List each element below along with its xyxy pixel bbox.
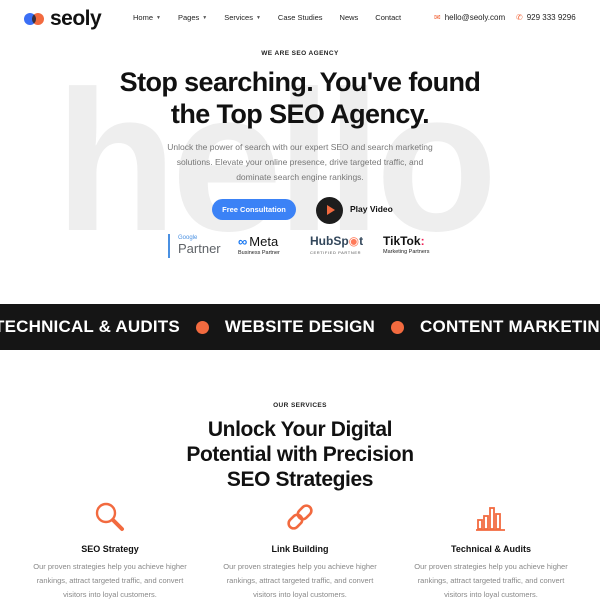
services-title-line: Unlock Your Digital — [207, 418, 393, 441]
tiktok-name: TikTok — [383, 234, 421, 248]
nav-label: News — [339, 13, 359, 22]
link-icon — [287, 504, 313, 530]
services-title-line: Potential with Precision — [186, 443, 414, 466]
services-title-line: SEO Strategies — [226, 468, 374, 491]
bar-chart-icon — [476, 507, 505, 531]
magnifier-icon — [95, 502, 124, 531]
orange-dot-icon — [391, 320, 405, 334]
play-video-button[interactable] — [316, 197, 343, 224]
ticker-item: TECHNICAL & AUDITS — [0, 317, 180, 336]
orange-dot-icon — [195, 320, 209, 334]
chevron-down-icon: ▼ — [202, 14, 208, 21]
service-card-link-building[interactable]: Link Building Our proven strategies help… — [215, 500, 385, 600]
nav-item-pages[interactable]: Pages ▼ — [178, 13, 207, 22]
meta-partner-badge: ∞ Meta Business Partner — [238, 234, 280, 257]
card-text-line: rankings, attract targeted traffic, and … — [417, 576, 565, 585]
mail-icon: ✉ — [434, 13, 441, 22]
hero-subtitle-line: dominate search engine rankings. — [236, 172, 364, 182]
service-card-technical-audits[interactable]: Technical & Audits Our proven strategies… — [406, 500, 576, 600]
hubspot-name-b: t — [359, 234, 364, 248]
logo[interactable]: seoly — [24, 7, 102, 31]
hero-subtitle-line: Unlock the power of search with our expe… — [167, 142, 433, 152]
nav-label: Home — [133, 13, 154, 22]
tiktok-sub: Marketing Partners — [383, 249, 430, 255]
hero-title-line: Stop searching. You've found — [119, 67, 481, 97]
nav-label: Services — [224, 13, 253, 22]
hubspot-sub: CERTIFIED PARTNER — [310, 250, 362, 255]
logo-mark-icon — [24, 12, 46, 26]
nav-item-contact[interactable]: Contact — [375, 13, 401, 22]
services-eyebrow: OUR SERVICES — [273, 402, 327, 409]
hubspot-sprocket-icon: ◉ — [348, 234, 360, 248]
google-badge-big: Partner — [178, 241, 221, 256]
google-partner-badge: Google Partner — [168, 234, 221, 258]
logo-text: seoly — [50, 7, 102, 30]
hubspot-partner-badge: HubSp◉t CERTIFIED PARTNER — [310, 234, 363, 256]
hero-title-line: the Top SEO Agency. — [170, 99, 430, 129]
ticker-item: WEBSITE DESIGN — [224, 317, 376, 336]
tiktok-partner-badge: TikTok: Marketing Partners — [383, 234, 429, 256]
nav-label: Case Studies — [277, 13, 323, 22]
hero-title: Stop searching. You've found the Top SEO… — [0, 66, 600, 130]
nav-label: Pages — [177, 13, 200, 22]
chevron-down-icon: ▼ — [255, 14, 261, 21]
services-ticker: TECHNICAL & AUDITS WEBSITE DESIGN CONTEN… — [0, 304, 600, 350]
card-description: Our proven strategies help you achieve h… — [215, 560, 385, 600]
card-description: Our proven strategies help you achieve h… — [25, 560, 195, 600]
chevron-down-icon: ▼ — [156, 14, 161, 21]
play-icon — [327, 205, 335, 215]
service-card-seo-strategy[interactable]: SEO Strategy Our proven strategies help … — [25, 500, 195, 600]
card-text-line: Our proven strategies help you achieve h… — [223, 562, 377, 571]
nav-item-home[interactable]: Home ▼ — [133, 13, 161, 22]
meta-name: Meta — [249, 234, 279, 249]
card-text-line: visitors into loyal customers. — [444, 590, 538, 599]
free-consultation-button[interactable]: Free Consultation — [212, 199, 296, 220]
nav-item-services[interactable]: Services ▼ — [224, 13, 261, 22]
site-header: seoly Home ▼ Pages ▼ Services ▼ Case Studie… — [0, 0, 600, 38]
hero-eyebrow: WE ARE SEO AGENCY — [261, 50, 339, 57]
ticker-item: CONTENT MARKETING — [420, 317, 600, 336]
card-description: Our proven strategies help you achieve h… — [406, 560, 576, 600]
phone-link[interactable]: ✆ 929 333 9296 — [516, 13, 576, 22]
main-nav: Home ▼ Pages ▼ Services ▼ Case Studies News… — [133, 13, 418, 22]
card-text-line: Our proven strategies help you achieve h… — [33, 562, 187, 571]
card-text-line: visitors into loyal customers. — [253, 590, 347, 599]
nav-item-news[interactable]: News — [340, 13, 359, 22]
services-title: Unlock Your Digital Potential with Preci… — [0, 417, 600, 492]
card-text-line: visitors into loyal customers. — [63, 590, 157, 599]
email-link[interactable]: ✉ hello@seoly.com — [434, 13, 505, 22]
meta-sub: Business Partner — [238, 250, 280, 256]
phone-icon: ✆ — [516, 13, 523, 22]
card-title: Link Building — [271, 544, 329, 554]
hubspot-name-a: HubSp — [310, 234, 349, 248]
card-title: SEO Strategy — [81, 544, 139, 554]
card-text-line: rankings, attract targeted traffic, and … — [36, 576, 184, 585]
hero-subtitle: Unlock the power of search with our expe… — [165, 140, 435, 185]
meta-infinity-icon: ∞ — [238, 234, 248, 249]
play-video-label[interactable]: Play Video — [350, 204, 393, 214]
card-text-line: rankings, attract targeted traffic, and … — [226, 576, 374, 585]
tiktok-colon-icon: : — [420, 234, 425, 248]
nav-item-case-studies[interactable]: Case Studies — [278, 13, 323, 22]
ticker-track: TECHNICAL & AUDITS WEBSITE DESIGN CONTEN… — [0, 304, 600, 350]
hero-subtitle-line: solutions. Elevate your online presence,… — [176, 157, 424, 167]
email-text: hello@seoly.com — [444, 13, 506, 22]
phone-text: 929 333 9296 — [526, 13, 576, 22]
nav-label: Contact — [375, 13, 402, 22]
card-text-line: Our proven strategies help you achieve h… — [414, 562, 568, 571]
card-title: Technical & Audits — [450, 544, 531, 554]
